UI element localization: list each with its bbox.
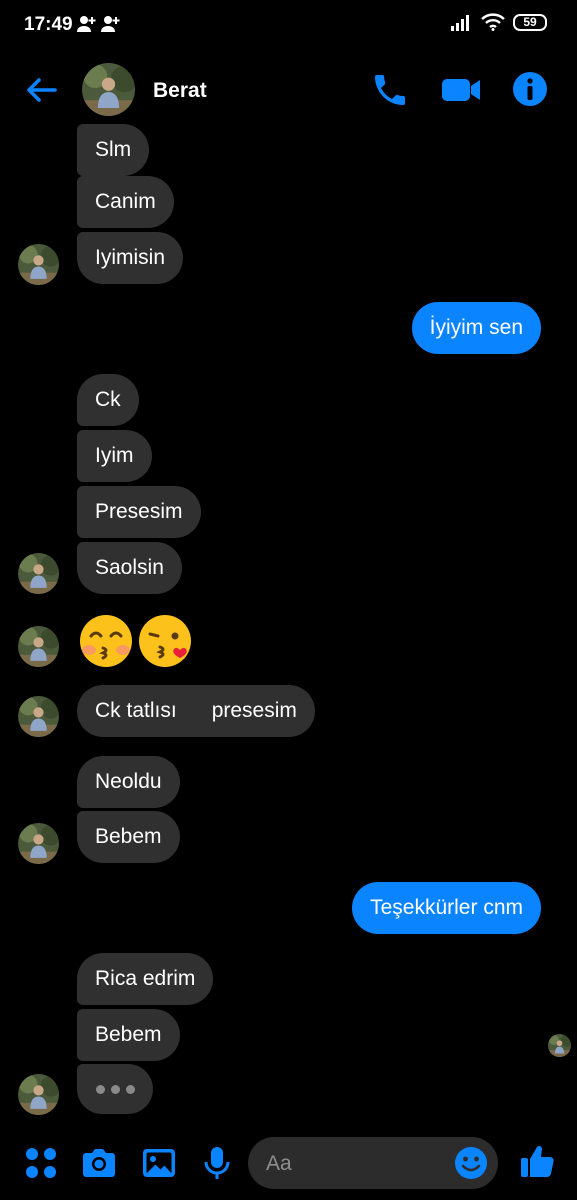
sender-avatar[interactable] [18, 823, 59, 864]
avatar-photo-icon [548, 1034, 571, 1057]
typing-dot [95, 1084, 105, 1094]
avatar-photo-icon [18, 823, 59, 864]
thumbs-up-icon[interactable] [518, 1142, 556, 1180]
battery-indicator: 59 [513, 13, 547, 31]
message-input[interactable] [264, 1137, 448, 1191]
avatar-photo-icon [18, 1074, 59, 1115]
conversation-header: Berat [0, 55, 577, 125]
person-add-icon [101, 16, 120, 32]
camera-icon[interactable] [80, 1144, 118, 1182]
sender-avatar[interactable] [18, 553, 59, 594]
kissing-smiling-eyes-emoji-icon[interactable] [79, 614, 133, 668]
gallery-image-icon[interactable] [140, 1144, 178, 1182]
person-add-icon [77, 16, 96, 32]
avatar-photo-icon [82, 63, 135, 116]
avatar-photo-icon [18, 244, 59, 285]
outgoing-message[interactable]: İyiyim sen [411, 302, 541, 354]
outgoing-message[interactable]: Teşekkürler cnm [352, 882, 541, 934]
incoming-message[interactable]: Neoldu [77, 756, 180, 808]
status-right-icons: 59 [451, 13, 547, 31]
microphone-icon[interactable] [198, 1144, 236, 1182]
incoming-message[interactable]: Saolsin [77, 542, 182, 594]
video-camera-icon[interactable] [440, 71, 482, 109]
incoming-message[interactable]: Iyim [77, 430, 152, 482]
incoming-message[interactable]: Bebem [77, 811, 180, 863]
incoming-message[interactable]: Rica edrim [77, 953, 214, 1005]
sender-avatar[interactable] [18, 244, 59, 285]
typing-dot [110, 1084, 120, 1094]
wifi-icon [481, 13, 505, 31]
avatar-photo-icon [18, 553, 59, 594]
status-time: 17:49 [24, 14, 73, 35]
face-blowing-kiss-emoji-icon[interactable] [138, 614, 192, 668]
contact-name[interactable]: Berat [153, 79, 207, 103]
sender-avatar[interactable] [18, 1074, 59, 1115]
typing-indicator [77, 1064, 153, 1114]
avatar-photo-icon [18, 626, 59, 667]
battery-level: 59 [523, 15, 537, 29]
incoming-message[interactable]: Bebem [77, 1009, 180, 1061]
emoji-picker-icon[interactable] [454, 1146, 488, 1180]
incoming-message[interactable]: Canim [77, 176, 174, 228]
incoming-message[interactable]: Iyimisin [77, 232, 184, 284]
apps-grid-icon[interactable] [22, 1144, 60, 1182]
message-compose-field[interactable] [248, 1137, 498, 1191]
composer-bar [0, 1130, 577, 1196]
info-icon[interactable] [512, 71, 548, 107]
phone-icon[interactable] [370, 70, 410, 110]
seen-receipt-avatar [548, 1034, 571, 1057]
avatar-photo-icon [18, 696, 59, 737]
sender-avatar[interactable] [18, 626, 59, 667]
status-notification-icons [76, 14, 120, 34]
incoming-message[interactable]: Ck [77, 374, 139, 426]
status-bar: 17:49 59 [0, 0, 577, 50]
back-arrow-icon[interactable] [22, 71, 60, 109]
contact-avatar[interactable] [82, 63, 135, 116]
signal-icon [451, 15, 469, 31]
sender-avatar[interactable] [18, 696, 59, 737]
incoming-message[interactable]: Presesim [77, 486, 201, 538]
incoming-message[interactable]: Slm [77, 124, 150, 176]
typing-dot [125, 1084, 135, 1094]
incoming-message[interactable]: Ck tatlısı presesim [77, 685, 315, 737]
